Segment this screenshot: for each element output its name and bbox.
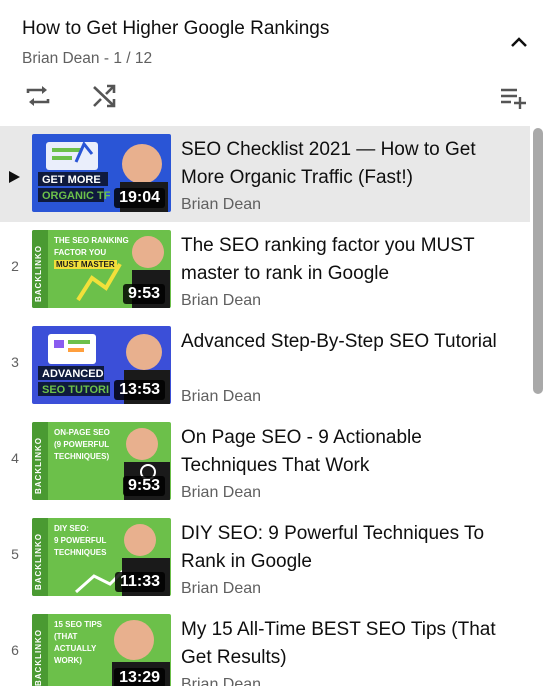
thumb-text: GET MORE <box>42 174 101 186</box>
video-title[interactable]: Advanced Step-By-Step SEO Tutorial <box>181 328 511 356</box>
scrollbar-thumb[interactable] <box>533 128 543 394</box>
playlist-title[interactable]: How to Get Higher Google Rankings <box>22 18 329 40</box>
video-thumbnail[interactable]: GET MORE ORGANIC TF 19:04 <box>32 134 171 212</box>
backlinko-logo: BACKLINKO <box>34 629 43 686</box>
video-thumbnail[interactable]: BACKLINKO DIY SEO: 9 POWERFUL TECHNIQUES… <box>32 518 171 596</box>
thumb-text: (9 POWERFUL <box>54 440 110 449</box>
thumb-text: 15 SEO TIPS <box>54 620 103 629</box>
chevron-up-icon[interactable] <box>506 30 532 56</box>
playlist-subtitle[interactable]: Brian Dean - 1 / 12 <box>22 50 152 68</box>
item-index: 2 <box>11 258 19 274</box>
playlist-item-5[interactable]: 5 BACKLINKO DIY SEO: 9 POWERFUL TECHNIQU… <box>0 510 530 606</box>
channel-name[interactable]: Brian Dean <box>181 676 261 686</box>
video-thumbnail[interactable]: BACKLINKO THE SEO RANKING FACTOR YOU MUS… <box>32 230 171 308</box>
backlinko-logo: BACKLINKO <box>34 245 43 302</box>
item-index: 3 <box>11 354 19 370</box>
channel-name[interactable]: Brian Dean <box>181 580 261 598</box>
video-thumbnail[interactable]: ADVANCED SEO TUTORI 13:53 <box>32 326 171 404</box>
playlist-add-icon[interactable] <box>497 80 529 112</box>
video-title[interactable]: On Page SEO - 9 Actionable Techniques Th… <box>181 424 511 480</box>
playlist-item-2[interactable]: 2 BACKLINKO THE SEO RANKING FACTOR YOU M… <box>0 222 530 318</box>
thumb-text: WORK) <box>54 656 82 665</box>
thumb-text: FACTOR YOU <box>54 248 107 257</box>
thumb-text: SEO TUTORI <box>42 384 110 396</box>
thumb-text: TECHNIQUES <box>54 548 107 557</box>
item-index: 4 <box>11 450 19 466</box>
video-duration: 11:33 <box>114 572 165 592</box>
video-duration: 19:04 <box>114 188 165 208</box>
now-playing-icon <box>9 171 20 183</box>
video-thumbnail[interactable]: BACKLINKO 15 SEO TIPS (THAT ACTUALLY WOR… <box>32 614 171 686</box>
video-thumbnail[interactable]: BACKLINKO ON-PAGE SEO (9 POWERFUL TECHNI… <box>32 422 171 500</box>
video-duration: 13:29 <box>114 668 165 686</box>
thumb-text: ORGANIC TF <box>42 190 111 202</box>
video-title[interactable]: SEO Checklist 2021 — How to Get More Org… <box>181 136 511 192</box>
backlinko-logo: BACKLINKO <box>34 533 43 590</box>
playlist-items: GET MORE ORGANIC TF 19:04 SEO Checklist … <box>0 126 530 686</box>
thumb-text: THE SEO RANKING <box>54 236 129 245</box>
playlist-item-6[interactable]: 6 BACKLINKO 15 SEO TIPS (THAT ACTUALLY W… <box>0 606 530 686</box>
item-index: 6 <box>11 642 19 658</box>
video-duration: 9:53 <box>122 284 165 304</box>
thumb-text: ADVANCED <box>42 368 104 380</box>
playlist-item-3[interactable]: 3 ADVANCED SEO TUTORI 13:53 Advanced Ste… <box>0 318 530 414</box>
thumb-text: (THAT <box>54 632 78 641</box>
thumb-text: ACTUALLY <box>54 644 97 653</box>
thumb-text: ON-PAGE SEO <box>54 428 110 437</box>
thumb-text: MUST MASTER <box>54 260 117 269</box>
loop-icon[interactable] <box>22 80 54 112</box>
thumb-text: 9 POWERFUL <box>54 536 107 545</box>
channel-name[interactable]: Brian Dean <box>181 292 261 310</box>
channel-name[interactable]: Brian Dean <box>181 484 261 502</box>
thumb-text: DIY SEO: <box>54 524 89 533</box>
channel-name[interactable]: Brian Dean <box>181 196 261 214</box>
video-title[interactable]: DIY SEO: 9 Powerful Techniques To Rank i… <box>181 520 511 576</box>
thumb-text: TECHNIQUES) <box>54 452 110 461</box>
video-title[interactable]: The SEO ranking factor you MUST master t… <box>181 232 511 288</box>
video-title[interactable]: My 15 All-Time BEST SEO Tips (That Get R… <box>181 616 511 672</box>
channel-name[interactable]: Brian Dean <box>181 388 261 406</box>
backlinko-logo: BACKLINKO <box>34 437 43 494</box>
playlist-scrollbar[interactable] <box>533 126 545 686</box>
video-duration: 9:53 <box>122 476 165 496</box>
playlist-item-1[interactable]: GET MORE ORGANIC TF 19:04 SEO Checklist … <box>0 126 530 222</box>
item-index: 5 <box>11 546 19 562</box>
playlist-item-4[interactable]: 4 BACKLINKO ON-PAGE SEO (9 POWERFUL TECH… <box>0 414 530 510</box>
playlist-header: How to Get Higher Google Rankings Brian … <box>0 0 550 122</box>
video-duration: 13:53 <box>114 380 165 400</box>
shuffle-icon[interactable] <box>88 80 120 112</box>
